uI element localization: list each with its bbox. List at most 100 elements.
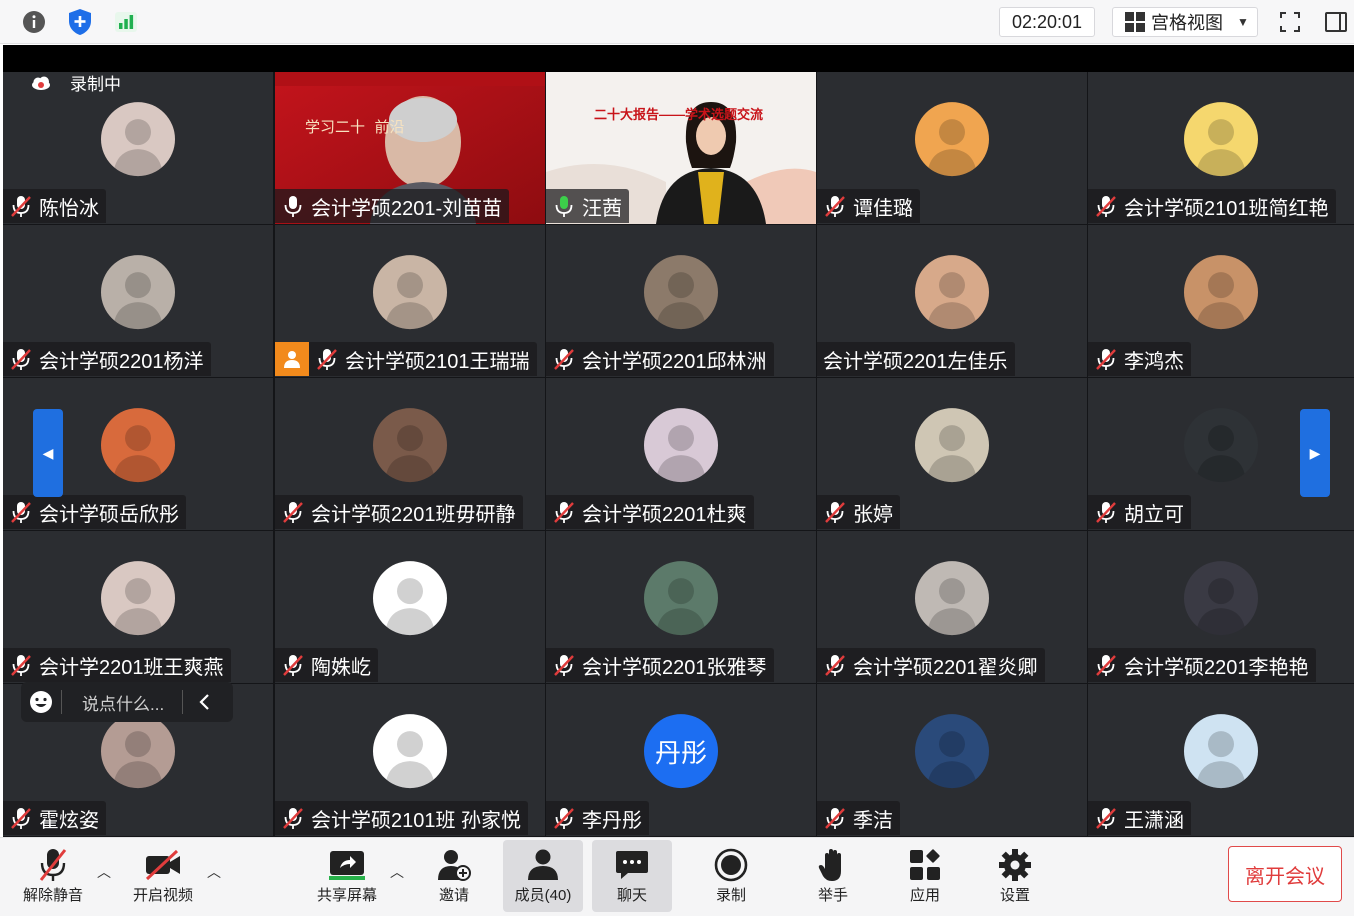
- participant-name: 会计学硕2101班 孙家悦: [311, 809, 522, 832]
- record-button[interactable]: 录制: [697, 840, 765, 912]
- participant-tile[interactable]: 会计学硕2201张雅琴: [546, 531, 816, 683]
- muted-mic-icon: [823, 194, 847, 218]
- share-options-chevron-icon[interactable]: ︿: [390, 862, 404, 882]
- participant-avatar: [1184, 714, 1258, 789]
- muted-mic-icon: [552, 347, 576, 371]
- chat-label: 聊天: [616, 887, 647, 904]
- invite-label: 邀请: [438, 887, 469, 904]
- leave-meeting-button[interactable]: 离开会议: [1228, 846, 1342, 902]
- participant-nameplate: 会计学2201班王爽燕: [3, 648, 231, 682]
- unmute-label: 解除静音: [22, 887, 83, 904]
- participant-name: 张婷: [853, 503, 893, 526]
- participant-tile[interactable]: 会计学硕2201左佳乐: [817, 225, 1087, 377]
- participant-avatar: [915, 102, 989, 177]
- participant-name: 陶姝屹: [311, 656, 371, 679]
- signal-strength-icon[interactable]: [112, 8, 140, 36]
- participant-tile[interactable]: 二十大报告——学术选题交流 汪茜: [546, 72, 816, 224]
- participant-nameplate: 会计学硕2201杨洋: [3, 342, 211, 376]
- participant-nameplate: 谭佳璐: [817, 189, 920, 223]
- muted-mic-icon: [281, 806, 305, 830]
- participant-tile[interactable]: 会计学2201班王爽燕: [3, 531, 273, 683]
- participant-nameplate: 陈怡冰: [3, 189, 106, 223]
- muted-mic-icon: [823, 653, 847, 677]
- meeting-toolbar: 解除静音 ︿ 开启视频 ︿ 共享屏幕 ︿ 邀请 成员(40) 聊天 录制 举手 …: [0, 837, 1354, 916]
- participant-name: 会计学硕2201张雅琴: [582, 656, 767, 679]
- participant-tile[interactable]: 会计学硕2201翟炎卿: [817, 531, 1087, 683]
- participant-tile[interactable]: 陶姝屹: [275, 531, 545, 683]
- next-page-arrow[interactable]: ▶: [1300, 409, 1330, 497]
- emoji-icon[interactable]: [21, 690, 61, 714]
- recording-indicator: 录制中: [30, 70, 121, 95]
- participant-nameplate: 王潇涵: [1088, 801, 1191, 835]
- participant-tile[interactable]: 会计学硕2101班简红艳: [1088, 72, 1354, 224]
- participant-tile[interactable]: 会计学硕2201杨洋: [3, 225, 273, 377]
- grid-view-icon: [1125, 12, 1145, 32]
- security-shield-icon[interactable]: [66, 8, 94, 36]
- gallery-view-dropdown[interactable]: 宫格视图 ▼: [1112, 7, 1258, 37]
- participant-avatar: [101, 255, 175, 330]
- participant-tile[interactable]: 会计学硕2101王瑞瑞: [275, 225, 545, 377]
- raise-hand-label: 举手: [817, 887, 848, 904]
- participant-nameplate: 季洁: [817, 801, 900, 835]
- participant-avatar: [1184, 102, 1258, 177]
- apps-button[interactable]: 应用: [891, 840, 959, 912]
- host-badge-icon: [275, 342, 309, 376]
- muted-mic-icon: [281, 500, 305, 524]
- muted-mic-icon: [552, 500, 576, 524]
- participant-name: 会计学硕岳欣彤: [39, 503, 179, 526]
- participant-tile[interactable]: 会计学硕2201邱林洲: [546, 225, 816, 377]
- participant-tile[interactable]: 王潇涵: [1088, 684, 1354, 836]
- participant-tile[interactable]: 张婷: [817, 378, 1087, 530]
- invite-user-icon: [436, 846, 472, 884]
- muted-mic-icon: [1094, 806, 1118, 830]
- muted-mic-icon: [9, 194, 33, 218]
- participant-avatar: [915, 408, 989, 483]
- participant-tile[interactable]: 会计学硕2201杜爽: [546, 378, 816, 530]
- participant-nameplate: 会计学硕岳欣彤: [3, 495, 186, 529]
- recording-label: 录制中: [70, 75, 121, 94]
- invite-button[interactable]: 邀请: [420, 840, 488, 912]
- muted-mic-icon: [9, 653, 33, 677]
- collapse-chevron-icon[interactable]: [183, 693, 227, 711]
- quick-chat-bar[interactable]: 说点什么...: [21, 682, 233, 722]
- participant-tile[interactable]: 学习二十 前沿 会计学硕2201-刘苗苗: [275, 72, 545, 224]
- muted-mic-icon: [1094, 500, 1118, 524]
- raise-hand-button[interactable]: 举手: [799, 840, 867, 912]
- participant-nameplate: 会计学硕2201班毋研静: [275, 495, 523, 529]
- participant-tile[interactable]: 季洁: [817, 684, 1087, 836]
- chat-input-placeholder[interactable]: 说点什么...: [62, 690, 182, 715]
- participant-name: 陈怡冰: [39, 197, 99, 220]
- members-button[interactable]: 成员(40): [503, 840, 583, 912]
- participant-tile[interactable]: 丹彤 李丹彤: [546, 684, 816, 836]
- participant-name: 霍炫姿: [39, 809, 99, 832]
- members-icon: [525, 846, 561, 884]
- prev-page-arrow[interactable]: ◀: [33, 409, 63, 497]
- unmute-button[interactable]: 解除静音: [14, 840, 92, 912]
- participant-name: 会计学硕2101班简红艳: [1124, 197, 1329, 220]
- participant-tile[interactable]: 李鸿杰: [1088, 225, 1354, 377]
- start-video-button[interactable]: 开启视频: [124, 840, 202, 912]
- participant-tile[interactable]: 谭佳璐: [817, 72, 1087, 224]
- record-label: 录制: [715, 887, 746, 904]
- info-icon[interactable]: [20, 8, 48, 36]
- video-options-chevron-icon[interactable]: ︿: [207, 862, 221, 882]
- gear-icon: [997, 846, 1033, 884]
- sidebar-toggle-icon[interactable]: [1322, 8, 1350, 36]
- participant-nameplate: 汪茜: [546, 189, 629, 223]
- mic-icon: [281, 194, 305, 218]
- participant-name: 李鸿杰: [1124, 350, 1184, 373]
- chat-button[interactable]: 聊天: [592, 840, 672, 912]
- participant-tile[interactable]: 会计学硕2101班 孙家悦: [275, 684, 545, 836]
- participant-tile[interactable]: 会计学硕2201李艳艳: [1088, 531, 1354, 683]
- participant-nameplate: 会计学硕2101班简红艳: [1088, 189, 1336, 223]
- participant-avatar: [644, 255, 718, 330]
- audio-options-chevron-icon[interactable]: ︿: [97, 862, 111, 882]
- settings-button[interactable]: 设置: [981, 840, 1049, 912]
- participant-name: 会计学硕2201邱林洲: [582, 350, 767, 373]
- participant-avatar: [373, 561, 447, 636]
- participant-tile[interactable]: 会计学硕2201班毋研静: [275, 378, 545, 530]
- share-screen-button[interactable]: 共享屏幕: [308, 840, 386, 912]
- participant-name: 会计学硕2201-刘苗苗: [311, 197, 503, 220]
- fullscreen-icon[interactable]: [1276, 8, 1304, 36]
- cloud-record-icon: [32, 76, 50, 90]
